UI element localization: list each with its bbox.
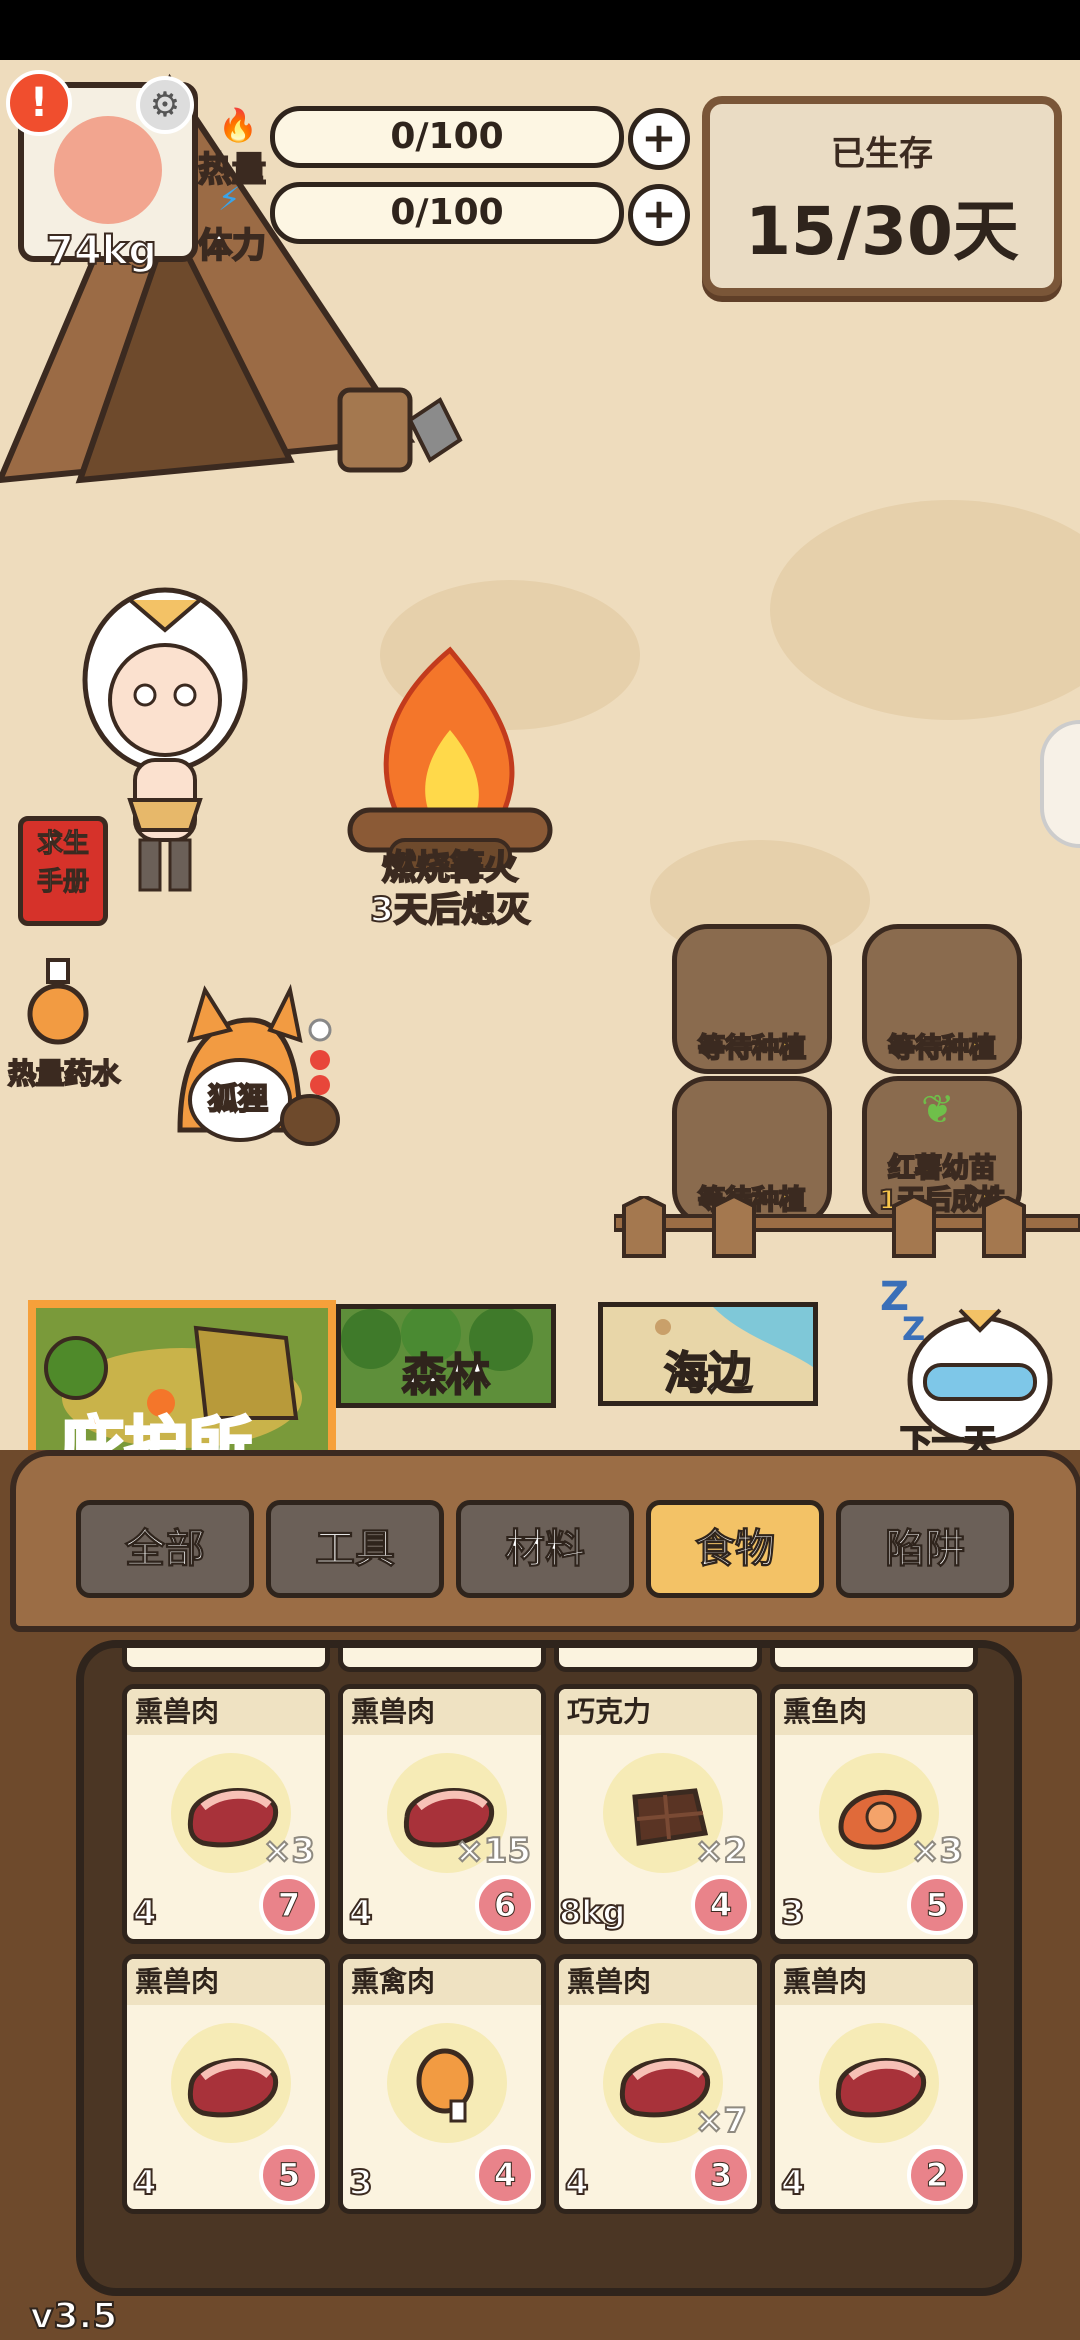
item-name: 熏兽肉 [127, 1689, 325, 1735]
stamina-label: 体力 [197, 225, 267, 267]
farm-plot[interactable]: 等待种植 [672, 924, 832, 1074]
item-quantity: ×2 [694, 1830, 748, 1872]
item-heat-value: 3 [780, 1892, 806, 1934]
item-heat-value: 4 [780, 2162, 806, 2204]
inventory-card-partial[interactable] [338, 1648, 546, 1672]
item-heat-value: 4 [348, 1892, 374, 1934]
ground-patch [770, 500, 1080, 720]
inventory-card[interactable]: 熏兽肉 ×3 4 7 [122, 1684, 330, 1944]
tab-food[interactable]: 食物 [646, 1500, 824, 1598]
item-name: 熏鱼肉 [775, 1689, 973, 1735]
item-heat-value: 4 [132, 1892, 158, 1934]
item-name: 熏兽肉 [343, 1689, 541, 1735]
inventory-card-partial[interactable] [122, 1648, 330, 1672]
potion-label: 热量药水 [7, 1056, 121, 1091]
item-name: 熏兽肉 [559, 1959, 757, 2005]
avatar-face [54, 116, 162, 224]
meat-icon [187, 2058, 279, 2118]
inventory-card[interactable]: 熏兽肉 ×15 4 6 [338, 1684, 546, 1944]
inventory-card[interactable]: 巧克力 ×2 8kg 4 [554, 1684, 762, 1944]
location-beach[interactable]: 海边 [598, 1302, 818, 1406]
campfire-status: 3天后熄灭 [369, 889, 531, 931]
item-heat-value: 3 [348, 2162, 374, 2204]
item-hunger-value: 5 [907, 1875, 967, 1935]
player-weight: 74kg [45, 227, 158, 275]
inventory-card-partial[interactable] [770, 1648, 978, 1672]
manual-label-line2: 手册 [36, 867, 89, 898]
item-quantity: ×3 [910, 1830, 964, 1872]
item-name: 熏禽肉 [343, 1959, 541, 2005]
item-name: 熏兽肉 [127, 1959, 325, 2005]
item-hunger-value: 6 [475, 1875, 535, 1935]
inventory-card[interactable]: 熏兽肉 4 5 [122, 1954, 330, 2214]
gear-icon[interactable]: ⚙ [136, 76, 194, 134]
alert-icon[interactable]: ! [6, 70, 72, 136]
tab-materials[interactable]: 材料 [456, 1500, 634, 1598]
lightning-icon: ⚡ [218, 180, 241, 218]
plot-status: 等待种植 [697, 1032, 807, 1065]
item-weight: 8kg [559, 1892, 626, 1932]
survival-days: 15/30天 [745, 193, 1019, 270]
beach-label: 海边 [663, 1347, 753, 1400]
drumstick-icon [416, 2048, 474, 2123]
fox-name: 狐狸 [207, 1081, 269, 1118]
item-quantity: ×3 [262, 1830, 316, 1872]
item-hunger-value: 4 [475, 2145, 535, 2205]
item-quantity: ×7 [694, 2100, 748, 2142]
item-hunger-value: 7 [259, 1875, 319, 1935]
location-forest[interactable]: 森林 [336, 1304, 556, 1408]
heat-bar: 0/100 [270, 106, 624, 168]
inventory-card[interactable]: 熏兽肉 ×7 4 3 [554, 1954, 762, 2214]
add-stamina-button[interactable]: + [628, 184, 690, 246]
fox-pet-image[interactable] [160, 980, 340, 1150]
inventory-card-partial[interactable] [554, 1648, 762, 1672]
item-hunger-value: 2 [907, 2145, 967, 2205]
potion-icon[interactable] [26, 956, 90, 1046]
inventory-card[interactable]: 熏禽肉 3 4 [338, 1954, 546, 2214]
survival-sign: 已生存 15/30天 [702, 96, 1062, 296]
survival-label: 已生存 [831, 134, 933, 174]
farm-plot[interactable]: 等待种植 [862, 924, 1022, 1074]
side-edge-button[interactable] [1040, 720, 1080, 848]
item-hunger-value: 5 [259, 2145, 319, 2205]
tab-traps[interactable]: 陷阱 [836, 1500, 1014, 1598]
item-hunger-value: 3 [691, 2145, 751, 2205]
tab-tools[interactable]: 工具 [266, 1500, 444, 1598]
survival-manual-button[interactable]: 求生 手册 [18, 816, 108, 926]
item-heat-value: 4 [132, 2162, 158, 2204]
item-quantity: ×15 [454, 1830, 532, 1872]
inventory-card[interactable]: 熏兽肉 4 2 [770, 1954, 978, 2214]
inventory-panel[interactable]: 熏兽肉 ×3 4 7 熏兽肉 ×15 4 6 巧克力 ×2 8kg 4 熏鱼肉 [76, 1640, 1022, 2296]
sprout-icon: ❦ [921, 1087, 955, 1133]
fence [614, 1196, 1080, 1258]
meat-icon [835, 2058, 927, 2118]
tab-all[interactable]: 全部 [76, 1500, 254, 1598]
version-label: v3.5 [29, 2295, 118, 2338]
inventory-card[interactable]: 熏鱼肉 ×3 3 5 [770, 1684, 978, 1944]
flame-icon: 🔥 [218, 106, 258, 144]
manual-label-line1: 求生 [36, 829, 89, 860]
forest-label: 森林 [401, 1349, 491, 1402]
item-hunger-value: 4 [691, 1875, 751, 1935]
plot-status: 等待种植 [887, 1032, 997, 1065]
stamina-bar: 0/100 [270, 182, 624, 244]
item-name: 熏兽肉 [775, 1959, 973, 2005]
item-heat-value: 4 [564, 2162, 590, 2204]
item-name: 巧克力 [559, 1689, 757, 1735]
add-heat-button[interactable]: + [628, 108, 690, 170]
